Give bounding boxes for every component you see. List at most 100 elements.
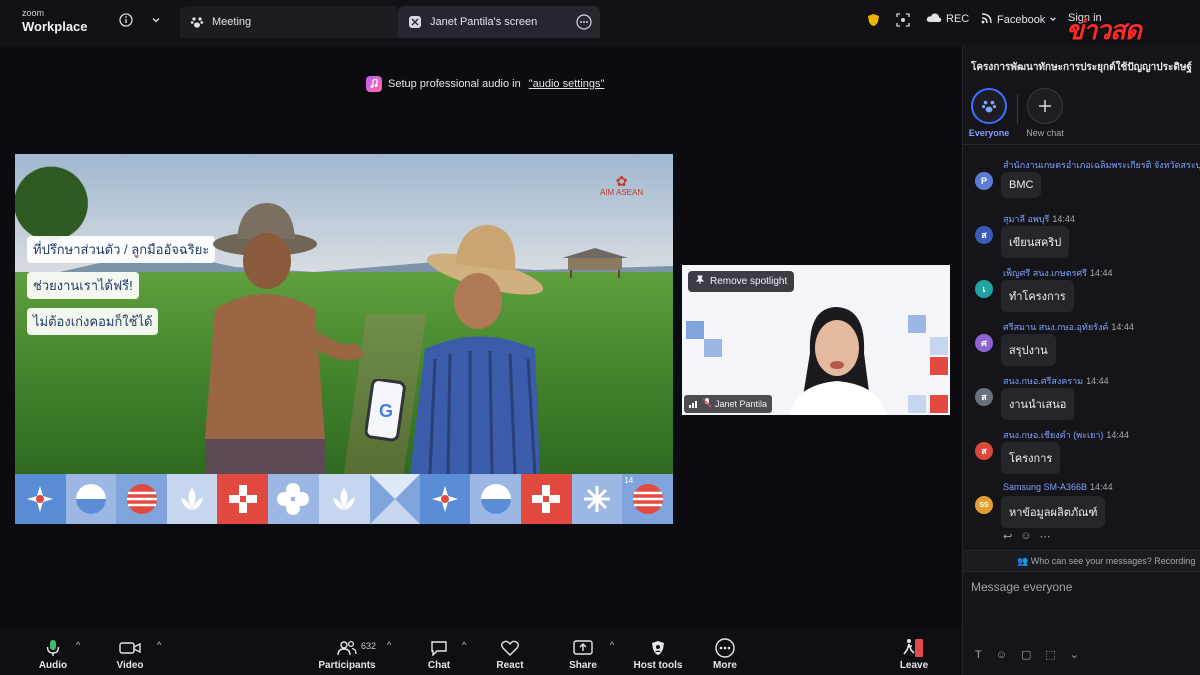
screenshot-icon[interactable]: ⬚ [1045, 648, 1055, 661]
chat-time: 14:44 [1086, 376, 1109, 386]
pattern-tile [419, 474, 471, 524]
leave-button[interactable]: Leave [898, 638, 930, 671]
chat-message[interactable]: SS Samsung SM-A366B 14:44 หาข้อมูลผลิตภัณ… [963, 478, 1200, 532]
video-button[interactable]: Video [114, 638, 146, 671]
pattern-tile [15, 474, 66, 524]
chat-divider [963, 144, 1200, 145]
more-label: More [713, 660, 737, 671]
text-format-icon[interactable]: T [975, 649, 982, 661]
paw-icon [190, 15, 204, 29]
farmer-man-image [205, 203, 365, 474]
chat-message-input[interactable]: Message everyone [971, 580, 1072, 594]
chevron-up-icon[interactable]: ^ [610, 640, 614, 650]
who-can-see-bar[interactable]: 👥 Who can see your messages? Recording [963, 550, 1200, 572]
signal-strength-icon [689, 399, 699, 410]
remove-spotlight-button[interactable]: Remove spotlight [688, 271, 795, 292]
chevron-down-icon[interactable]: ⌄ [1070, 648, 1079, 661]
tab-meeting-label: Meeting [212, 16, 252, 28]
audio-settings-link[interactable]: "audio settings" [529, 78, 605, 90]
hut-image [562, 248, 628, 278]
slide-text-bubble: ช่วยงานเราได้ฟรี! [27, 272, 139, 299]
chat-message-text: โครงการ [1001, 442, 1061, 474]
host-tools-button[interactable]: Host tools [632, 638, 684, 671]
spotlight-video-tile[interactable]: Remove spotlight Janet Pantila [682, 265, 950, 415]
chevron-up-icon[interactable]: ^ [76, 640, 80, 650]
attach-file-icon[interactable]: ▢ [1021, 648, 1031, 661]
pattern-tile [166, 474, 218, 524]
chat-sender: Samsung SM-A366B 14:44 [1003, 482, 1113, 492]
chevron-up-icon[interactable]: ^ [387, 640, 391, 650]
more-actions-icon[interactable]: ⋯ [1039, 530, 1050, 543]
chevron-up-icon[interactable]: ^ [462, 640, 466, 650]
chat-panel-title: โครงการพัฒนาทักษะการประยุกต์ใช้ปัญญาประด… [971, 62, 1192, 73]
audio-banner-icon [366, 76, 382, 92]
pattern-tile [571, 474, 623, 524]
audio-button[interactable]: Audio [36, 638, 70, 671]
chat-tab-new-chat-label: New chat [1026, 128, 1064, 138]
pattern-tile [217, 474, 269, 524]
farmer-woman-image [410, 224, 544, 474]
chevron-up-icon[interactable]: ^ [157, 640, 161, 650]
chat-sender: สำนักงานเกษตรอำเภอเฉลิมพระเกียรติ จังหวั… [1003, 158, 1200, 172]
aim-asean-text: AIM ASEAN [600, 187, 644, 197]
chat-time: 14:44 [1089, 268, 1113, 278]
chevron-down-icon [1049, 14, 1057, 26]
chat-message[interactable]: ส สนง.กษอ.ศรีสงคราม 14:44 งานนำเสนอ [963, 370, 1200, 424]
chat-message[interactable]: P สำนักงานเกษตรอำเภอเฉลิมพระเกียรติ จังห… [963, 154, 1200, 208]
more-options-icon[interactable] [576, 14, 592, 33]
chat-message-text: งานนำเสนอ [1001, 388, 1075, 420]
chat-bubble-icon [424, 638, 454, 658]
compose-toolbar: T ☺ ▢ ⬚ ⌄ [975, 648, 1079, 662]
share-screen-icon [408, 15, 422, 29]
chat-sender-name: สุมาลี อพบุรี [1003, 214, 1050, 224]
share-label: Share [569, 660, 597, 671]
chat-time: 14:44 [1052, 214, 1075, 224]
info-icon[interactable] [118, 12, 134, 28]
chat-tab-everyone[interactable]: Everyone [967, 88, 1011, 138]
tab-shared-screen[interactable]: Janet Pantila's screen [398, 6, 600, 38]
plus-icon [1027, 88, 1063, 124]
chat-button[interactable]: Chat [424, 638, 454, 671]
rec-button[interactable]: REC [926, 12, 969, 26]
chat-message[interactable]: ศ ศรีสมาน สนง.กษอ.อุทัยรังค์ 14:44 สรุปงา… [963, 316, 1200, 370]
more-button[interactable]: More [710, 638, 740, 671]
participant-name-tag: Janet Pantila [684, 395, 773, 413]
news-watermark-logo: ข่าวสด [1066, 15, 1142, 45]
chat-message[interactable]: ส สนง.กษอ.เชียงคำ (พะเยา) 14:44 โครงการ [963, 424, 1200, 478]
participants-label: Participants [318, 660, 376, 671]
meeting-stage: Setup professional audio in "audio setti… [0, 46, 962, 626]
chat-sender: ศรีสมาน สนง.กษอ.อุทัยรังค์ 14:44 [1003, 320, 1134, 334]
chat-sender-name: เพ็ญศรี สนง.เกษตรศรี [1003, 268, 1087, 278]
participants-count: 632 [361, 641, 377, 651]
chat-message[interactable]: เ เพ็ญศรี สนง.เกษตรศรี 14:44 ทำโครงการ [963, 262, 1200, 316]
security-shield-icon[interactable] [865, 12, 881, 28]
chat-tab-new-chat[interactable]: New chat [1023, 88, 1067, 138]
reply-icon[interactable]: ↩ [1003, 530, 1012, 543]
chat-time: 14:44 [1111, 322, 1134, 332]
add-reaction-icon[interactable]: ☺ [1020, 530, 1031, 543]
brand-top: zoom [22, 8, 45, 18]
chat-sender: เพ็ญศรี สนง.เกษตรศรี 14:44 [1003, 266, 1112, 280]
presenter-image [790, 307, 886, 415]
who-can-see-text: Who can see your messages? Recording [1030, 556, 1196, 566]
mic-muted-icon [702, 398, 712, 410]
emoji-icon[interactable]: ☺ [996, 649, 1007, 661]
pattern-tile [268, 474, 319, 524]
react-button[interactable]: React [494, 638, 526, 671]
pattern-tile [470, 474, 522, 524]
avatar: เ [975, 280, 993, 298]
slide-page-number: 14 [624, 476, 634, 485]
screen-capture-icon[interactable] [895, 12, 911, 28]
chevron-down-icon[interactable] [148, 12, 164, 28]
react-label: React [496, 660, 524, 671]
tab-meeting[interactable]: Meeting [180, 6, 398, 38]
rec-label: REC [946, 13, 970, 25]
chat-message[interactable]: ส สุมาลี อพบุรี 14:44 เขียนสคริป [963, 208, 1200, 262]
facebook-live-button[interactable]: Facebook [981, 12, 1057, 27]
chat-message-text: สรุปงาน [1001, 334, 1056, 366]
share-button[interactable]: Share [566, 638, 600, 671]
chat-sender: สุมาลี อพบุรี 14:44 [1003, 212, 1075, 226]
remove-spotlight-label: Remove spotlight [710, 276, 788, 287]
video-pattern-tile [930, 357, 948, 375]
chat-sender-name: Samsung SM-A366B [1003, 482, 1088, 492]
